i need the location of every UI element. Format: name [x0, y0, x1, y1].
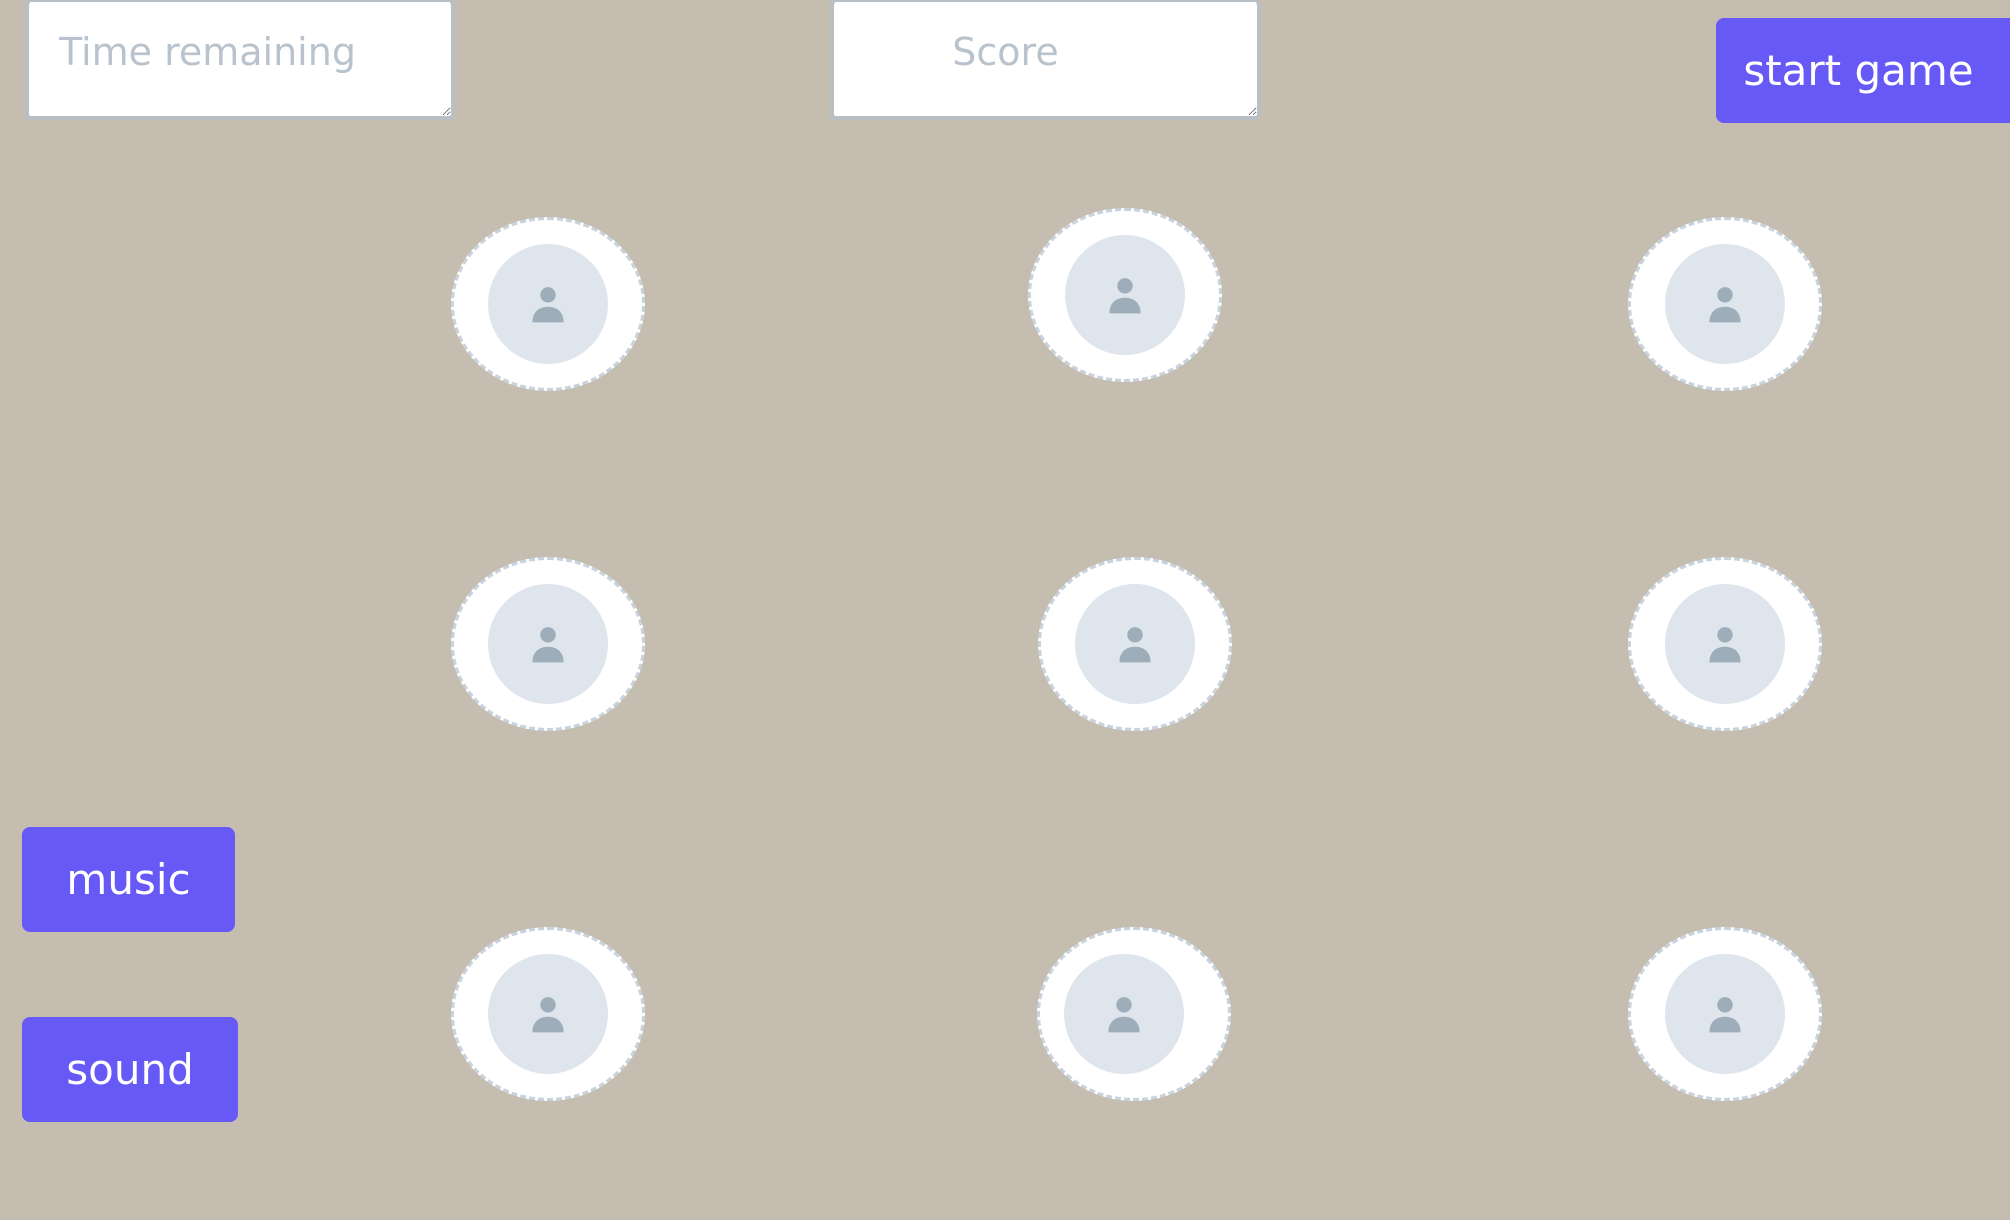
mole-hole[interactable] — [1628, 927, 1822, 1101]
mole-hole[interactable] — [451, 217, 645, 391]
mole-avatar — [1665, 244, 1785, 364]
person-icon — [532, 997, 564, 1033]
mole-hole[interactable] — [1628, 557, 1822, 731]
mole-hole[interactable] — [1628, 217, 1822, 391]
mole-avatar — [1075, 584, 1195, 704]
mole-avatar — [1064, 954, 1184, 1074]
person-icon — [1709, 287, 1741, 323]
mole-avatar — [1065, 235, 1185, 355]
sound-button[interactable]: sound — [22, 1017, 238, 1122]
mole-hole[interactable] — [1028, 208, 1222, 382]
mole-hole[interactable] — [451, 557, 645, 731]
mole-hole[interactable] — [451, 927, 645, 1101]
person-icon — [532, 287, 564, 323]
mole-avatar — [488, 584, 608, 704]
time-remaining-field[interactable] — [25, 0, 455, 120]
person-icon — [1109, 278, 1141, 314]
score-field[interactable] — [830, 0, 1261, 120]
music-button[interactable]: music — [22, 827, 235, 932]
mole-avatar — [488, 244, 608, 364]
mole-hole[interactable] — [1038, 557, 1232, 731]
mole-avatar — [1665, 584, 1785, 704]
person-icon — [1709, 997, 1741, 1033]
mole-avatar — [1665, 954, 1785, 1074]
person-icon — [1108, 997, 1140, 1033]
person-icon — [532, 627, 564, 663]
mole-avatar — [488, 954, 608, 1074]
person-icon — [1709, 627, 1741, 663]
mole-hole[interactable] — [1037, 927, 1231, 1101]
person-icon — [1119, 627, 1151, 663]
start-game-button[interactable]: start game — [1716, 18, 2010, 123]
